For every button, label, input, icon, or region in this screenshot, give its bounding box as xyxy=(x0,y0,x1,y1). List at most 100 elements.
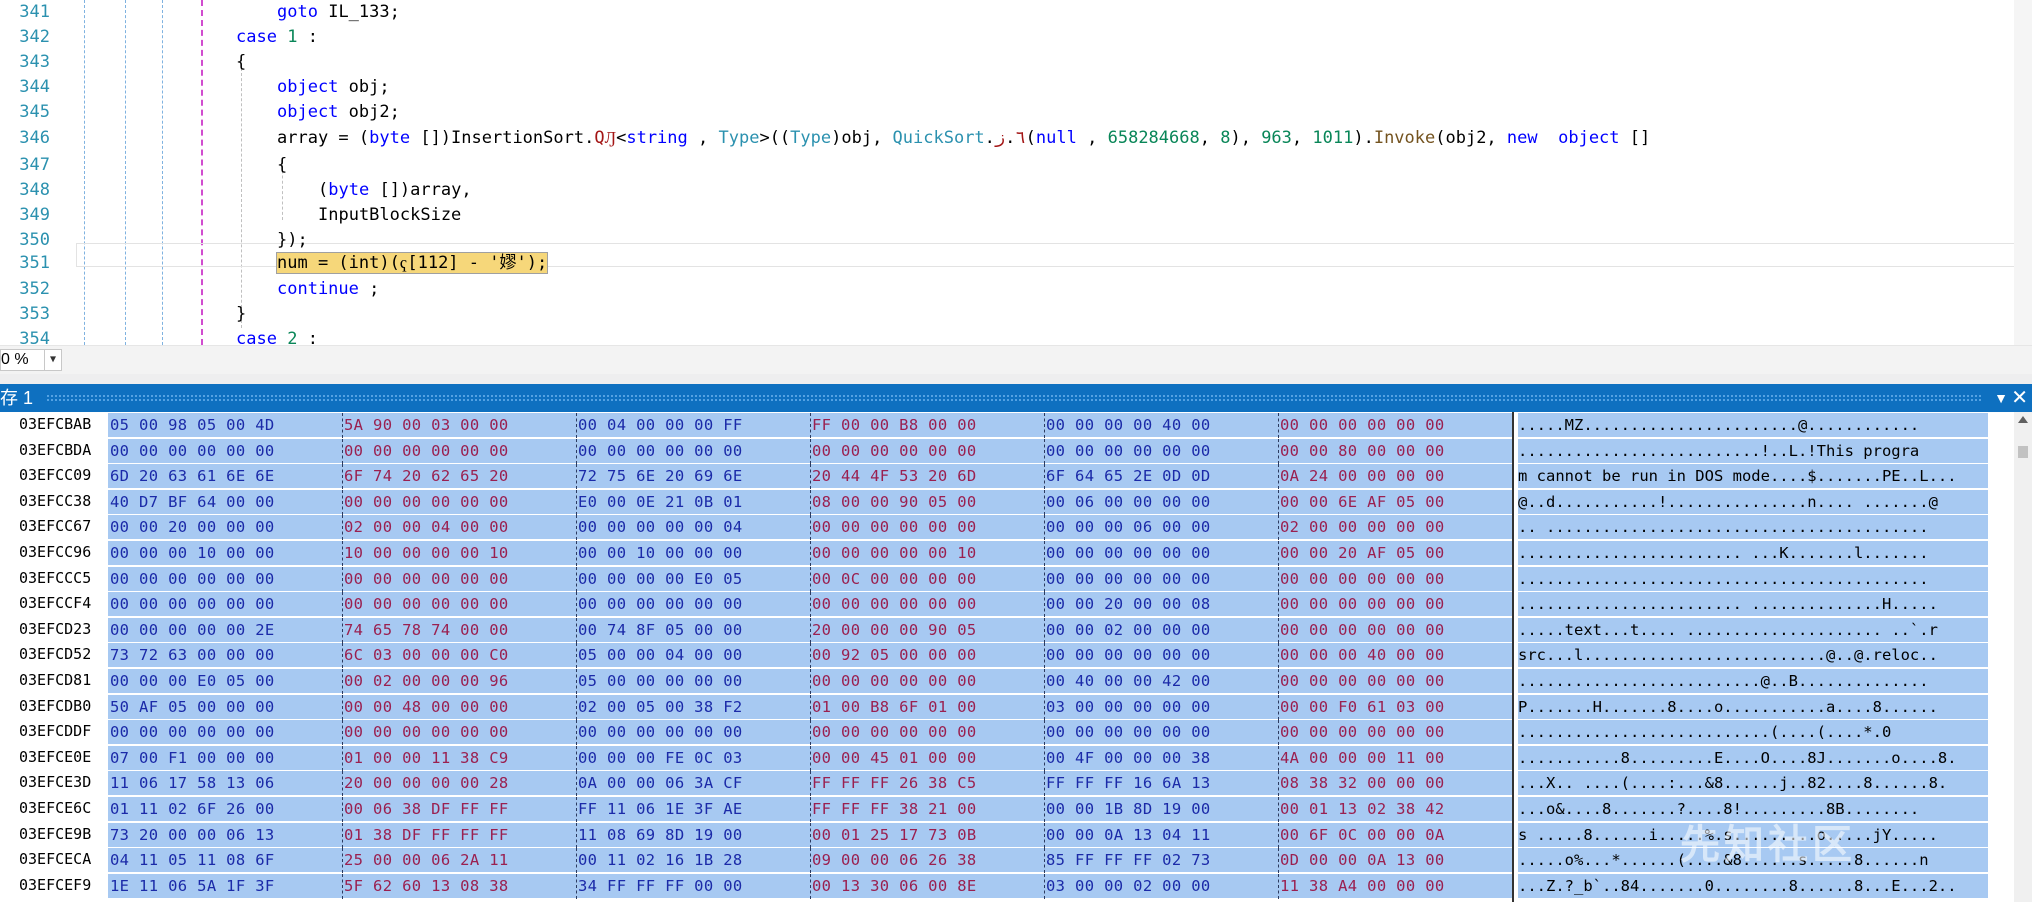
hex-bytes[interactable]: 73 20 00 00 06 13 01 38 DF FF FF FF 11 08 … xyxy=(108,822,1512,848)
column-divider xyxy=(1278,822,1279,848)
memory-row[interactable]: 03EFCCC5 00 00 00 00 00 00 00 00 00 00 00 … xyxy=(0,566,2010,592)
code-line[interactable]: }); xyxy=(277,228,308,253)
memory-row[interactable]: 03EFCD52 73 72 63 00 00 00 6C 03 00 00 00 … xyxy=(0,642,2010,669)
hex-bytes[interactable]: 00 00 00 00 00 00 00 00 00 00 00 00 00 00 … xyxy=(108,438,1512,464)
memory-row[interactable]: 03EFCE3D 11 06 17 58 13 06 20 00 00 00 00 … xyxy=(0,770,2010,797)
editor-scrollbar[interactable] xyxy=(2014,0,2032,345)
code-line[interactable]: continue ; xyxy=(277,277,379,302)
hex-group: 6D 20 63 61 6E 6E xyxy=(110,467,275,486)
memory-row[interactable]: 03EFCC67 00 00 20 00 00 00 02 00 00 04 00 … xyxy=(0,514,2010,541)
code-token: [])array, xyxy=(379,180,472,200)
code-line[interactable]: } xyxy=(236,302,246,327)
ascii-text[interactable]: ........................................… xyxy=(1518,566,1988,591)
ascii-text[interactable]: .....text...t.... ..................... … xyxy=(1518,617,1988,642)
ascii-text[interactable]: ..........................!..L.!This pro… xyxy=(1518,438,1988,463)
zoom-dropdown-icon[interactable]: ▼ xyxy=(44,349,62,371)
memory-row[interactable]: 03EFCD23 00 00 00 00 00 2E 74 65 78 74 00 … xyxy=(0,617,2010,643)
memory-row[interactable]: 03EFCEF9 1E 11 06 5A 1F 3F 5F 62 60 13 08 … xyxy=(0,873,2010,899)
column-divider xyxy=(576,669,577,694)
code-token: { xyxy=(277,155,288,175)
ascii-text[interactable]: src...l..........................@..@.re… xyxy=(1518,643,1988,668)
memory-row[interactable]: 03EFCE0E 07 00 F1 00 00 00 01 00 00 11 38 … xyxy=(0,745,2010,771)
hex-group: 00 00 00 00 00 00 xyxy=(812,672,977,690)
code-line[interactable]: (byte [])array, xyxy=(318,178,472,203)
ascii-text[interactable]: @..d...........!...............n.... ...… xyxy=(1518,489,1988,514)
ascii-text[interactable]: .. .....................................… xyxy=(1518,515,1988,540)
hex-group: 0A 24 00 00 00 00 xyxy=(1280,467,1445,486)
memory-scrollbar[interactable] xyxy=(2014,412,2032,902)
memory-row[interactable]: 03EFCBAB 05 00 98 05 00 4D 5A 90 00 03 00 … xyxy=(0,412,2010,438)
scroll-up-icon[interactable] xyxy=(2018,416,2028,423)
hex-bytes[interactable]: 00 00 20 00 00 00 02 00 00 04 00 00 00 00 … xyxy=(108,515,1512,541)
hex-group: FF 11 06 1E 3F AE xyxy=(578,800,743,818)
hex-bytes[interactable]: 1E 11 06 5A 1F 3F 5F 62 60 13 08 38 34 FF … xyxy=(108,873,1512,899)
ascii-text[interactable]: .....MZ.......................@.........… xyxy=(1518,413,1988,437)
hex-group: 00 00 00 00 00 00 xyxy=(344,441,509,460)
code-token: InputBlockSize xyxy=(318,205,462,225)
ascii-text[interactable]: ...Z.?_b`..84.......0........8......8...… xyxy=(1518,873,1988,898)
memory-row[interactable]: 03EFCC38 40 D7 BF 64 00 00 00 00 00 00 00 … xyxy=(0,489,2010,515)
ascii-text[interactable]: ..........................@..B..........… xyxy=(1518,669,1988,693)
zoom-level[interactable]: 0 % xyxy=(0,349,46,371)
memory-row[interactable]: 03EFCBDA 00 00 00 00 00 00 00 00 00 00 00 … xyxy=(0,438,2010,464)
code-line[interactable]: array = (byte [])InsertionSort.ԚԒ<string… xyxy=(277,126,1650,151)
hex-bytes[interactable]: 00 00 00 00 00 00 00 00 00 00 00 00 00 00 … xyxy=(108,566,1512,592)
hex-bytes[interactable]: 73 72 63 00 00 00 6C 03 00 00 00 C0 05 00 … xyxy=(108,643,1512,669)
code-token: [] xyxy=(1629,128,1651,148)
memory-row[interactable]: 03EFCDDF 00 00 00 00 00 00 00 00 00 00 00 … xyxy=(0,719,2010,746)
hex-bytes[interactable]: 6D 20 63 61 6E 6E 6F 74 20 62 65 20 72 75 … xyxy=(108,464,1512,490)
hex-group: 00 13 30 06 00 8E xyxy=(812,876,977,895)
code-line[interactable]: object obj2; xyxy=(277,100,400,125)
ascii-text[interactable]: ...........................(....(....*.0 xyxy=(1518,720,1988,745)
ascii-text[interactable]: ........................ ..............H… xyxy=(1518,592,1988,617)
code-token: ԚԒ xyxy=(594,128,617,148)
hex-bytes[interactable]: 00 00 00 10 00 00 10 00 00 00 00 10 00 00 … xyxy=(108,541,1512,566)
hex-bytes[interactable]: 01 11 02 6F 26 00 00 06 38 DF FF FF FF 11 … xyxy=(108,797,1512,822)
hex-group: 4A 00 00 00 11 00 xyxy=(1280,748,1445,767)
hex-bytes[interactable]: 04 11 05 11 08 6F 25 00 00 06 2A 11 00 11 … xyxy=(108,848,1512,874)
hex-bytes[interactable]: 40 D7 BF 64 00 00 00 00 00 00 00 00 E0 00 … xyxy=(108,489,1512,515)
hex-bytes[interactable]: 11 06 17 58 13 06 20 00 00 00 00 28 0A 00 … xyxy=(108,771,1512,797)
memory-row[interactable]: 03EFCD81 00 00 00 E0 05 00 00 02 00 00 00 … xyxy=(0,668,2010,694)
ascii-text[interactable]: ...........8.........E....O....8J.......… xyxy=(1518,745,1988,770)
code-line[interactable]: { xyxy=(236,50,246,75)
column-divider xyxy=(1044,515,1045,541)
code-line[interactable]: num = (int)(ҁ[112] - '嫪'); xyxy=(275,251,549,276)
ascii-text[interactable]: ........................ ...K.......l...… xyxy=(1518,541,1988,565)
hex-bytes[interactable]: 00 00 00 00 00 2E 74 65 78 74 00 00 00 74 … xyxy=(108,617,1512,643)
memory-row[interactable]: 03EFCC96 00 00 00 10 00 00 10 00 00 00 00 … xyxy=(0,540,2010,566)
code-line[interactable]: goto IL_133; xyxy=(277,0,400,25)
code-line[interactable]: case 1 : xyxy=(236,25,318,50)
drag-grip[interactable] xyxy=(46,394,1982,402)
code-line[interactable]: { xyxy=(277,153,287,178)
code-line[interactable]: InputBlockSize xyxy=(318,203,461,228)
code-token: object xyxy=(277,77,339,97)
code-line[interactable]: object obj; xyxy=(277,75,390,100)
hex-bytes[interactable]: 00 00 00 00 00 00 00 00 00 00 00 00 00 00 … xyxy=(108,720,1512,746)
memory-window-titlebar[interactable]: 存 1 ▼ ✕ xyxy=(0,384,2032,412)
hex-bytes[interactable]: 00 00 00 00 00 00 00 00 00 00 00 00 00 00 … xyxy=(108,592,1512,618)
ascii-text[interactable]: m cannot be run in DOS mode....$.......P… xyxy=(1518,464,1988,489)
line-number: 348 xyxy=(19,180,50,200)
splitter[interactable] xyxy=(0,374,2032,384)
window-options-icon[interactable]: ▼ xyxy=(1994,384,2008,412)
code-line[interactable]: case 2 : xyxy=(236,327,318,345)
code-editor[interactable]: 341 goto IL_133; 342 case 1 : 343 {344 object … xyxy=(0,0,2032,345)
ascii-text[interactable]: P.......H.......8....o...........a....8.… xyxy=(1518,694,1988,719)
memory-view[interactable]: 03EFCBAB 05 00 98 05 00 4D 5A 90 00 03 00 … xyxy=(0,412,2032,902)
hex-bytes[interactable]: 00 00 00 E0 05 00 00 02 00 00 00 96 05 00 … xyxy=(108,669,1512,694)
code-token: ). xyxy=(1353,128,1374,148)
memory-row[interactable]: 03EFCC09 6D 20 63 61 6E 6E 6F 74 20 62 65 … xyxy=(0,463,2010,490)
close-icon[interactable]: ✕ xyxy=(2011,384,2028,412)
hex-bytes[interactable]: 50 AF 05 00 00 00 00 00 48 00 00 00 02 00 … xyxy=(108,694,1512,720)
ascii-text[interactable]: ...X.. ....(....:...&8......j..82....8..… xyxy=(1518,771,1988,796)
zoom-bar: 0 % ▼ xyxy=(0,345,2032,374)
line-number: 342 xyxy=(19,27,50,47)
scroll-thumb[interactable] xyxy=(2018,446,2028,458)
hex-group: 01 00 00 11 38 C9 xyxy=(344,748,509,767)
hex-bytes[interactable]: 07 00 F1 00 00 00 01 00 00 11 38 C9 00 00 … xyxy=(108,745,1512,771)
memory-row[interactable]: 03EFCCF4 00 00 00 00 00 00 00 00 00 00 00 … xyxy=(0,591,2010,618)
memory-row[interactable]: 03EFCDB0 50 AF 05 00 00 00 00 00 48 00 00 … xyxy=(0,694,2010,720)
hex-group: 10 00 00 00 00 10 xyxy=(344,544,509,562)
hex-bytes[interactable]: 05 00 98 05 00 4D 5A 90 00 03 00 00 00 04 … xyxy=(108,413,1512,438)
